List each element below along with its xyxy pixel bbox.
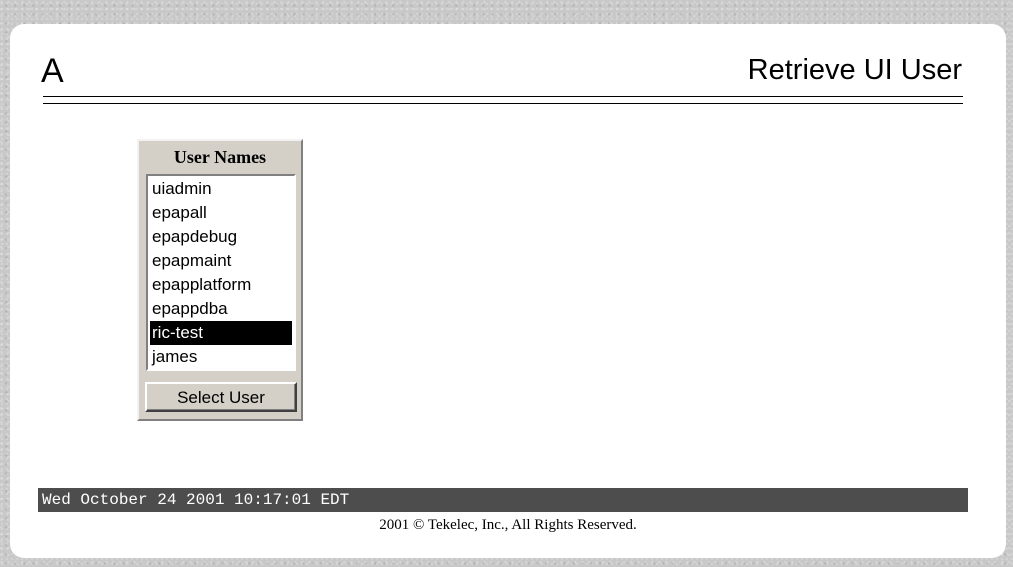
user-names-label: User Names: [173, 147, 267, 167]
footer-copyright: 2001 © Tekelec, Inc., All Rights Reserve…: [379, 517, 637, 533]
listbox-option[interactable]: uiadmin: [150, 177, 292, 201]
user-names-listbox[interactable]: uiadmin epapall epapdebug epapmaint epap…: [146, 174, 296, 371]
listbox-option[interactable]: epappdba: [150, 297, 292, 321]
listbox-option[interactable]: epapplatform: [150, 273, 292, 297]
listbox-option[interactable]: epapall: [150, 201, 292, 225]
header-divider-bottom: [43, 103, 963, 104]
user-names-form: User Names uiadmin epapall epapdebug epa…: [137, 139, 303, 421]
select-user-button[interactable]: Select User: [145, 382, 297, 412]
status-bar-datetime: Wed October 24 2001 10:17:01 EDT: [38, 488, 968, 512]
header-logo-letter: A: [41, 52, 64, 90]
listbox-option[interactable]: james: [150, 345, 292, 369]
listbox-option[interactable]: epapdebug: [150, 225, 292, 249]
listbox-option[interactable]: epapmaint: [150, 249, 292, 273]
header-divider-top: [43, 96, 963, 97]
main-panel: A Retrieve UI User User Names uiadmin ep…: [10, 24, 1006, 558]
listbox-option-selected[interactable]: ric-test: [150, 321, 292, 345]
page-title: Retrieve UI User: [747, 54, 962, 86]
